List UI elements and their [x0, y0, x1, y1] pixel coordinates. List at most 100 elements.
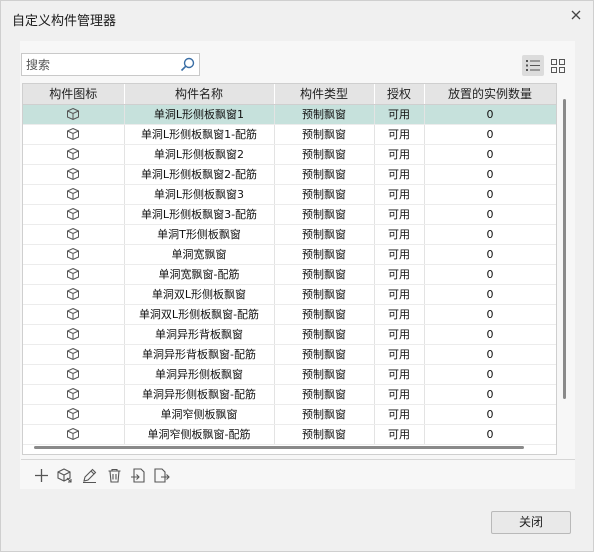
- component-name-cell[interactable]: 单洞异形侧板飘窗-配筋: [124, 384, 275, 405]
- close-button[interactable]: 关闭: [491, 511, 571, 534]
- component-name-cell[interactable]: 单洞L形侧板飘窗3: [124, 184, 275, 205]
- import-component-icon[interactable]: [56, 467, 73, 484]
- cube-icon: [66, 327, 80, 341]
- component-name-cell[interactable]: 单洞双L形侧板飘窗-配筋: [124, 304, 275, 325]
- component-type-cell: 预制飘窗: [274, 324, 375, 345]
- component-icon-cell: [23, 124, 125, 145]
- component-name-cell[interactable]: 单洞窄侧板飘窗: [124, 404, 275, 425]
- component-icon-cell: [23, 324, 125, 345]
- component-type-cell: 预制飘窗: [274, 204, 375, 225]
- component-name-cell[interactable]: 单洞L形侧板飘窗2-配筋: [124, 164, 275, 185]
- license-cell: 可用: [374, 244, 425, 265]
- column-header-type[interactable]: 构件类型: [274, 84, 375, 105]
- component-type-cell: 预制飘窗: [274, 224, 375, 245]
- component-type-cell: 预制飘窗: [274, 344, 375, 365]
- instance-count-cell: 0: [424, 164, 556, 185]
- search-input[interactable]: [26, 56, 176, 73]
- table-row[interactable]: 单洞宽飘窗 预制飘窗 可用 0: [23, 244, 556, 265]
- table-row[interactable]: 单洞双L形侧板飘窗-配筋 预制飘窗 可用 0: [23, 304, 556, 325]
- component-icon-cell: [23, 224, 125, 245]
- license-cell: 可用: [374, 384, 425, 405]
- instance-count-cell: 0: [424, 404, 556, 425]
- cube-icon: [66, 127, 80, 141]
- vertical-scrollbar[interactable]: [563, 99, 566, 399]
- table-row[interactable]: 单洞L形侧板飘窗2 预制飘窗 可用 0: [23, 144, 556, 165]
- license-cell: 可用: [374, 204, 425, 225]
- table-row[interactable]: 单洞异形侧板飘窗-配筋 预制飘窗 可用 0: [23, 384, 556, 405]
- component-name-cell[interactable]: 单洞异形背板飘窗: [124, 324, 275, 345]
- component-type-cell: 预制飘窗: [274, 164, 375, 185]
- component-name-cell[interactable]: 单洞双L形侧板飘窗: [124, 284, 275, 305]
- license-cell: 可用: [374, 224, 425, 245]
- window-title: 自定义构件管理器: [12, 14, 117, 29]
- component-icon-cell: [23, 364, 125, 385]
- search-box[interactable]: [21, 53, 200, 76]
- component-name-cell[interactable]: 单洞L形侧板飘窗1: [124, 104, 275, 125]
- horizontal-scrollbar[interactable]: [34, 446, 524, 449]
- column-header-count[interactable]: 放置的实例数量: [424, 84, 556, 105]
- search-icon[interactable]: [179, 56, 196, 73]
- component-type-cell: 预制飘窗: [274, 364, 375, 385]
- component-name-cell[interactable]: 单洞异形侧板飘窗: [124, 364, 275, 385]
- component-name-cell[interactable]: 单洞L形侧板飘窗1-配筋: [124, 124, 275, 145]
- import-icon[interactable]: [130, 467, 147, 484]
- table-row[interactable]: 单洞异形背板飘窗 预制飘窗 可用 0: [23, 324, 556, 345]
- table-row[interactable]: 单洞L形侧板飘窗1-配筋 预制飘窗 可用 0: [23, 124, 556, 145]
- instance-count-cell: 0: [424, 264, 556, 285]
- component-type-cell: 预制飘窗: [274, 404, 375, 425]
- instance-count-cell: 0: [424, 144, 556, 165]
- edit-icon[interactable]: [81, 467, 98, 484]
- column-header-icon[interactable]: 构件图标: [23, 84, 125, 105]
- component-icon-cell: [23, 264, 125, 285]
- component-name-cell[interactable]: 单洞L形侧板飘窗3-配筋: [124, 204, 275, 225]
- cube-icon: [66, 387, 80, 401]
- license-cell: 可用: [374, 284, 425, 305]
- component-name-cell[interactable]: 单洞T形侧板飘窗: [124, 224, 275, 245]
- component-name-cell[interactable]: 单洞异形背板飘窗-配筋: [124, 344, 275, 365]
- instance-count-cell: 0: [424, 124, 556, 145]
- cube-icon: [66, 427, 80, 441]
- table-row[interactable]: 单洞L形侧板飘窗1 预制飘窗 可用 0: [23, 104, 556, 125]
- license-cell: 可用: [374, 344, 425, 365]
- cube-icon: [66, 307, 80, 321]
- table-row[interactable]: 单洞L形侧板飘窗3 预制飘窗 可用 0: [23, 184, 556, 205]
- add-icon[interactable]: [33, 467, 50, 484]
- instance-count-cell: 0: [424, 204, 556, 225]
- list-view-button[interactable]: [522, 55, 544, 76]
- component-type-cell: 预制飘窗: [274, 124, 375, 145]
- component-name-cell[interactable]: 单洞窄侧板飘窗-配筋: [124, 424, 275, 445]
- component-type-cell: 预制飘窗: [274, 284, 375, 305]
- table-row[interactable]: 单洞异形背板飘窗-配筋 预制飘窗 可用 0: [23, 344, 556, 365]
- component-manager-dialog: 自定义构件管理器 搜索 构件图标 构件名称 构件类型 授权 放置的实例数量 单洞…: [0, 0, 594, 552]
- column-header-name[interactable]: 构件名称: [124, 84, 275, 105]
- table-row[interactable]: 单洞L形侧板飘窗2-配筋 预制飘窗 可用 0: [23, 164, 556, 185]
- table-row[interactable]: 单洞T形侧板飘窗 预制飘窗 可用 0: [23, 224, 556, 245]
- license-cell: 可用: [374, 264, 425, 285]
- license-cell: 可用: [374, 304, 425, 325]
- column-header-license[interactable]: 授权: [374, 84, 425, 105]
- export-icon[interactable]: [153, 467, 170, 484]
- component-type-cell: 预制飘窗: [274, 144, 375, 165]
- instance-count-cell: 0: [424, 184, 556, 205]
- component-name-cell[interactable]: 单洞宽飘窗: [124, 244, 275, 265]
- table-row[interactable]: 单洞L形侧板飘窗3-配筋 预制飘窗 可用 0: [23, 204, 556, 225]
- instance-count-cell: 0: [424, 104, 556, 125]
- component-name-cell[interactable]: 单洞宽飘窗-配筋: [124, 264, 275, 285]
- close-icon[interactable]: [569, 8, 583, 22]
- table-row[interactable]: 单洞异形侧板飘窗 预制飘窗 可用 0: [23, 364, 556, 385]
- grid-view-button[interactable]: [547, 55, 569, 76]
- license-cell: 可用: [374, 404, 425, 425]
- table-row[interactable]: 单洞双L形侧板飘窗 预制飘窗 可用 0: [23, 284, 556, 305]
- cube-icon: [66, 107, 80, 121]
- table-row[interactable]: 单洞窄侧板飘窗-配筋 预制飘窗 可用 0: [23, 424, 556, 445]
- license-cell: 可用: [374, 424, 425, 445]
- table-row[interactable]: 单洞窄侧板飘窗 预制飘窗 可用 0: [23, 404, 556, 425]
- cube-icon: [66, 147, 80, 161]
- component-type-cell: 预制飘窗: [274, 184, 375, 205]
- instance-count-cell: 0: [424, 424, 556, 445]
- component-icon-cell: [23, 244, 125, 265]
- delete-icon[interactable]: [106, 467, 123, 484]
- component-name-cell[interactable]: 单洞L形侧板飘窗2: [124, 144, 275, 165]
- license-cell: 可用: [374, 104, 425, 125]
- table-row[interactable]: 单洞宽飘窗-配筋 预制飘窗 可用 0: [23, 264, 556, 285]
